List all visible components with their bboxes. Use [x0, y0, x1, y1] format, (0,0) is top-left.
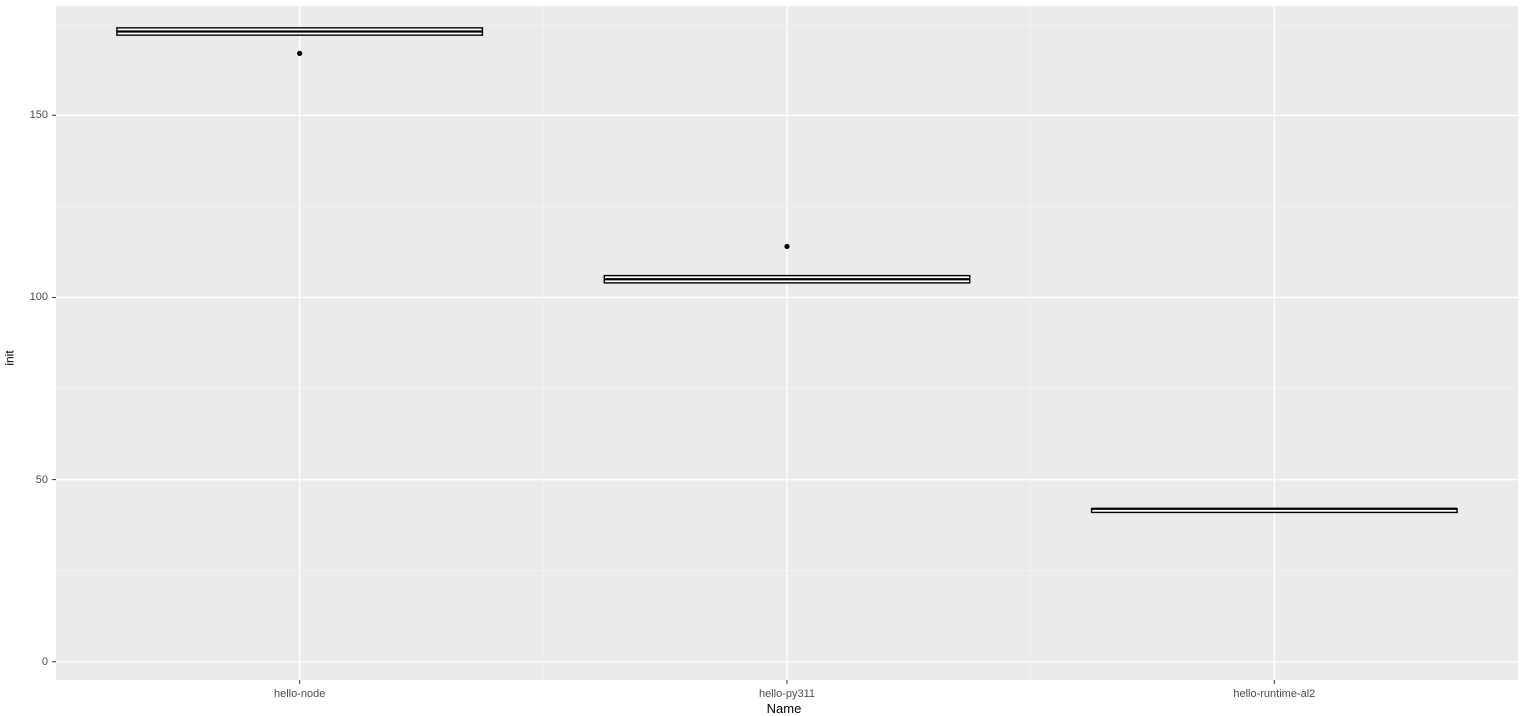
x-tick-label: hello-node [274, 688, 325, 700]
x-tick-label: hello-py311 [759, 688, 815, 700]
y-tick-label: 0 [42, 656, 48, 668]
y-tick-label: 50 [36, 474, 48, 486]
plot-svg [0, 0, 1528, 716]
x-tick-label: hello-runtime-al2 [1233, 688, 1315, 700]
x-axis-label: Name [50, 701, 1518, 716]
y-tick-label: 150 [30, 109, 48, 121]
y-axis-label: init [3, 350, 17, 365]
boxplot-chart: init Name 0 50 100 150 hello-node hello-py31… [0, 0, 1528, 716]
y-tick-label: 100 [30, 291, 48, 303]
